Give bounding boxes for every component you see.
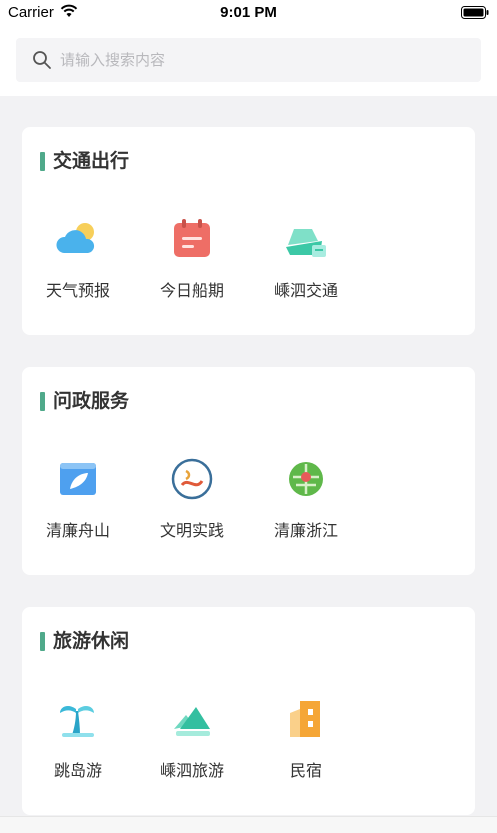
lotus-icon bbox=[282, 455, 330, 503]
grid-item-label: 跳岛游 bbox=[53, 761, 102, 780]
weather-icon bbox=[54, 215, 102, 263]
section-title: 问政服务 bbox=[40, 389, 129, 413]
bottom-tab-bar[interactable] bbox=[0, 816, 497, 833]
status-bar: Carrier 9:01 PM bbox=[0, 0, 497, 24]
grid-item-clean-zhoushan[interactable]: 清廉舟山 bbox=[22, 451, 134, 551]
mountain-icon bbox=[168, 695, 216, 743]
clock: 9:01 PM bbox=[220, 4, 277, 21]
section-title-text: 交通出行 bbox=[53, 150, 130, 172]
search-input[interactable] bbox=[60, 38, 460, 82]
grid-item-ship-schedule[interactable]: 今日船期 bbox=[136, 211, 248, 311]
section-title-text: 旅游休闲 bbox=[53, 630, 130, 652]
section-title-text: 问政服务 bbox=[53, 390, 130, 412]
section-title: 旅游休闲 bbox=[40, 629, 129, 653]
palm-island-icon bbox=[54, 695, 102, 743]
grid-item-label: 天气预报 bbox=[45, 281, 110, 300]
grid-item-label: 民宿 bbox=[289, 761, 322, 780]
civilization-logo-icon bbox=[168, 455, 216, 503]
section-card-government: 问政服务 清廉舟山 文明实践 清廉浙江 bbox=[22, 367, 475, 575]
grid-item-civilization-practice[interactable]: 文明实践 bbox=[136, 451, 248, 551]
grid-item-shengsi-traffic[interactable]: 嵊泗交通 bbox=[250, 211, 362, 311]
grid-item-label: 清廉浙江 bbox=[273, 521, 338, 540]
grid-item-island-hopping[interactable]: 跳岛游 bbox=[22, 691, 134, 791]
grid-item-homestay[interactable]: 民宿 bbox=[250, 691, 362, 791]
search-header bbox=[0, 24, 497, 96]
section-card-transport: 交通出行 天气预报 今日船期 嵊泗交通 bbox=[22, 127, 475, 335]
grid-item-label: 文明实践 bbox=[159, 521, 224, 540]
grid-item-label: 嵊泗交通 bbox=[273, 281, 338, 300]
section-title-accent bbox=[40, 392, 45, 411]
section-title-accent bbox=[40, 632, 45, 651]
grid-item-weather[interactable]: 天气预报 bbox=[22, 211, 134, 311]
building-icon bbox=[282, 695, 330, 743]
grid-item-label: 清廉舟山 bbox=[45, 521, 110, 540]
search-bar[interactable] bbox=[16, 38, 481, 82]
ferry-icon bbox=[282, 215, 330, 263]
grid-item-shengsi-tourism[interactable]: 嵊泗旅游 bbox=[136, 691, 248, 791]
search-icon bbox=[32, 50, 52, 74]
section-title: 交通出行 bbox=[40, 149, 129, 173]
grid-item-clean-zhejiang[interactable]: 清廉浙江 bbox=[250, 451, 362, 551]
section-card-tourism: 旅游休闲 跳岛游 嵊泗旅游 民宿 bbox=[22, 607, 475, 815]
calendar-icon bbox=[168, 215, 216, 263]
grid-item-label: 嵊泗旅游 bbox=[159, 761, 224, 780]
section-title-accent bbox=[40, 152, 45, 171]
leaf-window-icon bbox=[54, 455, 102, 503]
grid-item-label: 今日船期 bbox=[159, 281, 224, 300]
battery-icon bbox=[461, 6, 489, 23]
